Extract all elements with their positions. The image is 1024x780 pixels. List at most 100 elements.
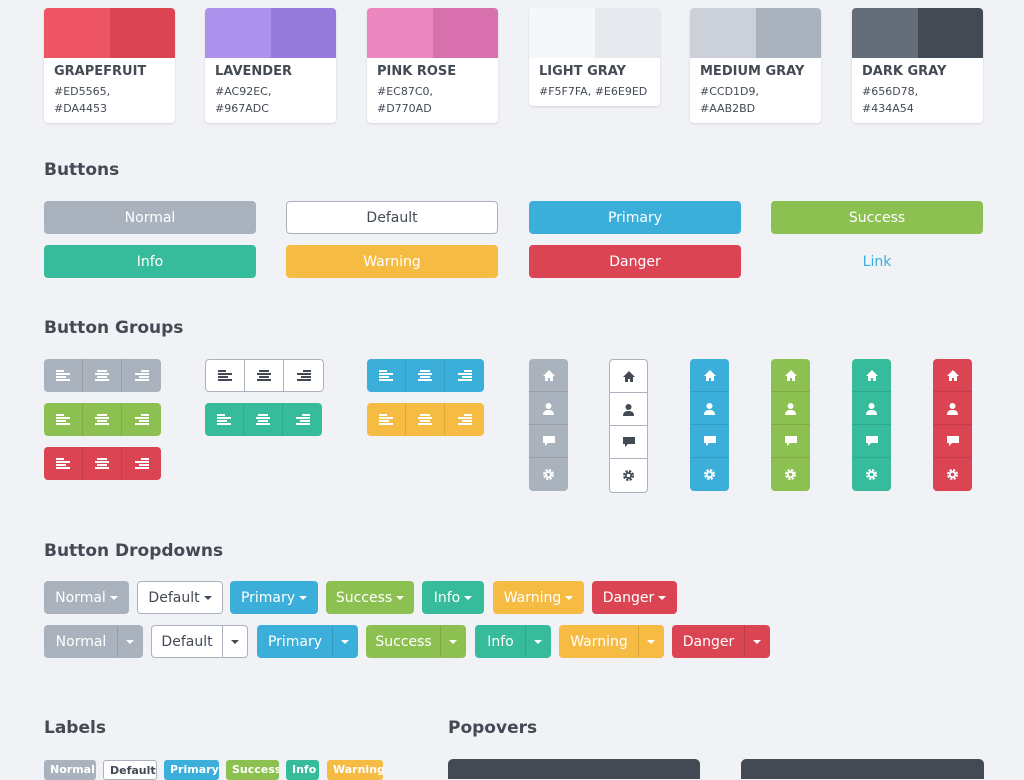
dropdown-info[interactable]: Info	[422, 581, 484, 614]
dropdown-label: Primary	[240, 589, 296, 606]
align-right-button[interactable]	[445, 359, 484, 392]
swatch-color-dark	[755, 8, 821, 58]
caret-down-icon	[203, 595, 212, 600]
user-button[interactable]	[852, 392, 891, 425]
comment-button[interactable]	[852, 425, 891, 458]
split-button-main[interactable]: Default	[152, 634, 222, 650]
align-left-icon	[379, 413, 393, 426]
color-swatch: LIGHT GRAY #F5F7FA, #E6E9ED	[529, 8, 660, 106]
split-dropdown-danger: Danger	[672, 625, 770, 658]
dropdown-primary[interactable]: Primary	[230, 581, 318, 614]
split-button-main[interactable]: Info	[476, 634, 525, 650]
split-button-main[interactable]: Danger	[673, 634, 744, 650]
button-info[interactable]: Info	[44, 245, 256, 278]
align-center-button[interactable]	[406, 403, 445, 436]
user-button[interactable]	[529, 392, 568, 425]
align-center-icon	[418, 369, 432, 382]
gear-button[interactable]	[529, 458, 568, 491]
split-button-main[interactable]: Primary	[258, 634, 332, 650]
button-link[interactable]: Link	[771, 245, 983, 278]
swatch-name: MEDIUM GRAY	[700, 64, 805, 79]
split-dropdown-normal: Normal	[44, 625, 143, 658]
align-left-button[interactable]	[205, 403, 244, 436]
comment-button[interactable]	[933, 425, 972, 458]
align-left-button[interactable]	[44, 447, 83, 480]
home-button[interactable]	[690, 359, 729, 392]
user-button[interactable]	[771, 392, 810, 425]
swatch-name: PINK ROSE	[377, 64, 457, 79]
split-button-main[interactable]: Success	[367, 634, 440, 650]
label-info: Info	[286, 760, 319, 780]
align-center-button[interactable]	[245, 360, 284, 391]
gear-button[interactable]	[933, 458, 972, 491]
align-left-button[interactable]	[367, 359, 406, 392]
home-button[interactable]	[529, 359, 568, 392]
dropdown-default[interactable]: Default	[137, 581, 223, 614]
comment-icon	[946, 435, 960, 447]
home-button[interactable]	[610, 360, 647, 393]
align-center-button[interactable]	[83, 447, 122, 480]
align-left-icon	[218, 369, 232, 382]
gear-button[interactable]	[852, 458, 891, 491]
button-success[interactable]: Success	[771, 201, 983, 234]
color-swatch: DARK GRAY #656D78, #434A54	[852, 8, 983, 123]
align-left-button[interactable]	[44, 359, 83, 392]
comment-button[interactable]	[610, 426, 647, 459]
button-default[interactable]: Default	[286, 201, 498, 234]
user-button[interactable]	[933, 392, 972, 425]
caret-down-icon	[109, 595, 118, 600]
align-left-button[interactable]	[44, 403, 83, 436]
button-danger[interactable]: Danger	[529, 245, 741, 278]
swatch-name: LIGHT GRAY	[539, 64, 626, 79]
button-primary[interactable]: Primary	[529, 201, 741, 234]
dropdown-normal[interactable]: Normal	[44, 581, 129, 614]
home-button[interactable]	[852, 359, 891, 392]
split-toggle[interactable]	[525, 626, 550, 657]
split-toggle[interactable]	[332, 626, 357, 657]
align-right-button[interactable]	[284, 360, 323, 391]
align-right-button[interactable]	[122, 403, 161, 436]
color-swatch: GRAPEFRUIT #ED5565, #DA4453	[44, 8, 175, 123]
button-group	[44, 403, 161, 436]
user-button[interactable]	[610, 393, 647, 426]
button-normal[interactable]: Normal	[44, 201, 256, 234]
dropdown-success[interactable]: Success	[326, 581, 414, 614]
align-center-button[interactable]	[406, 359, 445, 392]
split-toggle[interactable]	[744, 626, 769, 657]
align-center-icon	[95, 369, 109, 382]
comment-button[interactable]	[529, 425, 568, 458]
button-warning[interactable]: Warning	[286, 245, 498, 278]
caret-down-icon	[565, 595, 574, 600]
home-button[interactable]	[771, 359, 810, 392]
split-toggle[interactable]	[222, 626, 247, 657]
vertical-button-group	[529, 359, 568, 491]
home-button[interactable]	[933, 359, 972, 392]
dropdown-warning[interactable]: Warning	[493, 581, 584, 614]
align-center-button[interactable]	[83, 403, 122, 436]
home-icon	[542, 369, 556, 382]
gear-button[interactable]	[690, 458, 729, 491]
gear-button[interactable]	[610, 459, 647, 492]
swatch-color-dark	[432, 8, 498, 58]
align-center-button[interactable]	[244, 403, 283, 436]
user-button[interactable]	[690, 392, 729, 425]
align-right-button[interactable]	[283, 403, 322, 436]
split-toggle[interactable]	[117, 626, 142, 657]
comment-button[interactable]	[690, 425, 729, 458]
split-button-main[interactable]: Normal	[45, 634, 117, 650]
align-right-button[interactable]	[122, 359, 161, 392]
user-icon	[784, 402, 797, 415]
user-icon	[622, 403, 635, 416]
split-toggle[interactable]	[440, 626, 465, 657]
align-right-button[interactable]	[122, 447, 161, 480]
comment-button[interactable]	[771, 425, 810, 458]
align-center-button[interactable]	[83, 359, 122, 392]
align-left-button[interactable]	[367, 403, 406, 436]
dropdown-danger[interactable]: Danger	[592, 581, 677, 614]
comment-icon	[784, 435, 798, 447]
split-toggle[interactable]	[638, 626, 663, 657]
align-left-button[interactable]	[206, 360, 245, 391]
align-right-button[interactable]	[445, 403, 484, 436]
gear-button[interactable]	[771, 458, 810, 491]
split-button-main[interactable]: Warning	[560, 634, 638, 650]
